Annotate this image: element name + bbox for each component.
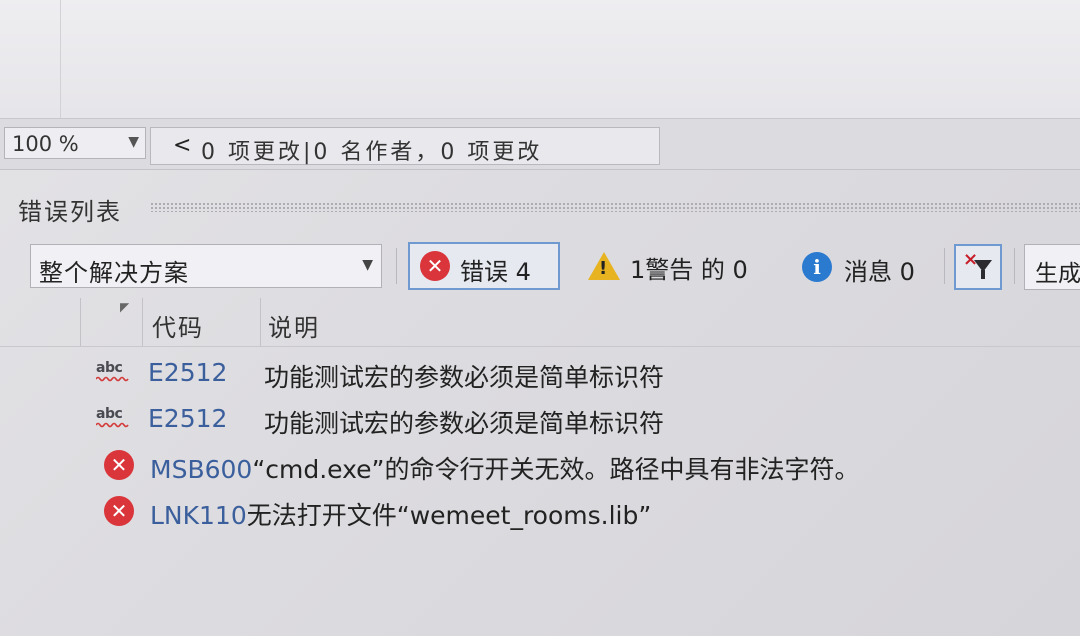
error-circle-icon: ✕ — [104, 496, 134, 526]
spell-check-text: abc — [96, 360, 123, 376]
errors-count-label: 错误 4 — [460, 258, 531, 286]
zoom-select[interactable]: 100 % ▼ — [4, 127, 146, 159]
funnel-stem — [981, 270, 985, 279]
row-code[interactable]: E2512 — [148, 404, 227, 433]
changes-indicator[interactable]: < 0 项更改|0 名作者，0 项更改 — [150, 127, 660, 165]
zoom-value: 100 % — [12, 132, 79, 156]
row-description: 功能测试宏的参数必须是简单标识符 — [264, 409, 665, 438]
spell-check-icon: abc — [96, 360, 132, 386]
spell-check-icon: abc — [96, 406, 132, 432]
column-header-row: ◤ 代码 说明 — [0, 298, 1080, 347]
editor-gutter-line — [60, 0, 61, 118]
column-separator[interactable] — [142, 298, 143, 346]
chevron-down-icon[interactable]: ▼ — [362, 257, 373, 273]
row-description: “cmd.exe”的命令行开关无效。路径中具有非法字符。 — [252, 455, 860, 484]
changes-text: 0 项更改|0 名作者，0 项更改 — [201, 140, 543, 165]
toolbar-separator — [1014, 248, 1015, 284]
error-circle-icon: ✕ — [104, 450, 134, 480]
error-circle-icon: ✕ — [420, 251, 450, 281]
error-list-toolbar: 整个解决方案 ▼ ✕ 错误 4 ! 1警告 的 0 i 消息 0 × 生成 — [0, 236, 1080, 298]
warnings-count-label: 1警告 的 0 — [630, 256, 748, 284]
warnings-filter-button[interactable]: ! 1警告 的 0 — [580, 242, 780, 290]
row-description: 无法打开文件“wemeet_rooms.lib” — [246, 501, 652, 530]
scope-select[interactable]: 整个解决方案 ▼ — [30, 244, 382, 288]
errors-filter-button[interactable]: ✕ 错误 4 — [408, 242, 560, 290]
messages-count-label: 消息 0 — [844, 258, 915, 286]
error-table: ◤ 代码 说明 abc E2512 功能测试宏的参数必须是简单标识符 abc E… — [0, 298, 1080, 636]
warning-exclamation: ! — [599, 258, 608, 279]
sort-indicator-icon[interactable]: ◤ — [120, 300, 129, 314]
column-header-code[interactable]: 代码 — [152, 308, 204, 343]
build-source-select[interactable]: 生成 — [1024, 244, 1080, 290]
row-code[interactable]: E2512 — [148, 358, 227, 387]
toolbar-separator — [396, 248, 397, 284]
messages-filter-button[interactable]: i 消息 0 — [798, 242, 938, 290]
panel-title: 错误列表 — [18, 198, 122, 226]
row-code[interactable]: LNK110 — [150, 501, 247, 530]
toolbar-separator — [944, 248, 945, 284]
chevron-down-icon[interactable]: ▼ — [128, 134, 139, 150]
editor-status-bar: 100 % ▼ < 0 项更改|0 名作者，0 项更改 — [0, 118, 1080, 170]
row-content: MSB600“cmd.exe”的命令行开关无效。路径中具有非法字符。 — [150, 450, 859, 486]
row-code[interactable]: MSB600 — [150, 455, 252, 484]
changes-arrow-icon: < — [173, 133, 192, 158]
spell-check-text: abc — [96, 406, 123, 422]
drag-grip[interactable] — [150, 202, 1080, 212]
spell-wave-icon — [96, 422, 129, 428]
column-header-description[interactable]: 说明 — [268, 308, 320, 343]
column-separator[interactable] — [80, 298, 81, 346]
table-row[interactable]: ✕ MSB600“cmd.exe”的命令行开关无效。路径中具有非法字符。 — [0, 442, 1080, 488]
table-row[interactable]: abc E2512 功能测试宏的参数必须是简单标识符 — [0, 396, 1080, 442]
column-separator[interactable] — [260, 298, 261, 346]
row-content: LNK110无法打开文件“wemeet_rooms.lib” — [150, 496, 651, 532]
scope-value: 整个解决方案 — [39, 259, 189, 287]
spell-wave-icon — [96, 376, 129, 382]
build-source-value: 生成 — [1035, 261, 1080, 287]
table-row[interactable]: abc E2512 功能测试宏的参数必须是简单标识符 — [0, 350, 1080, 396]
row-description: 功能测试宏的参数必须是简单标识符 — [264, 363, 665, 392]
editor-area[interactable] — [0, 0, 1080, 118]
error-list-title-bar[interactable]: 错误列表 — [0, 182, 1080, 230]
info-circle-icon: i — [802, 252, 832, 282]
clear-filter-button[interactable]: × — [954, 244, 1002, 290]
table-row[interactable]: ✕ LNK110无法打开文件“wemeet_rooms.lib” — [0, 488, 1080, 534]
